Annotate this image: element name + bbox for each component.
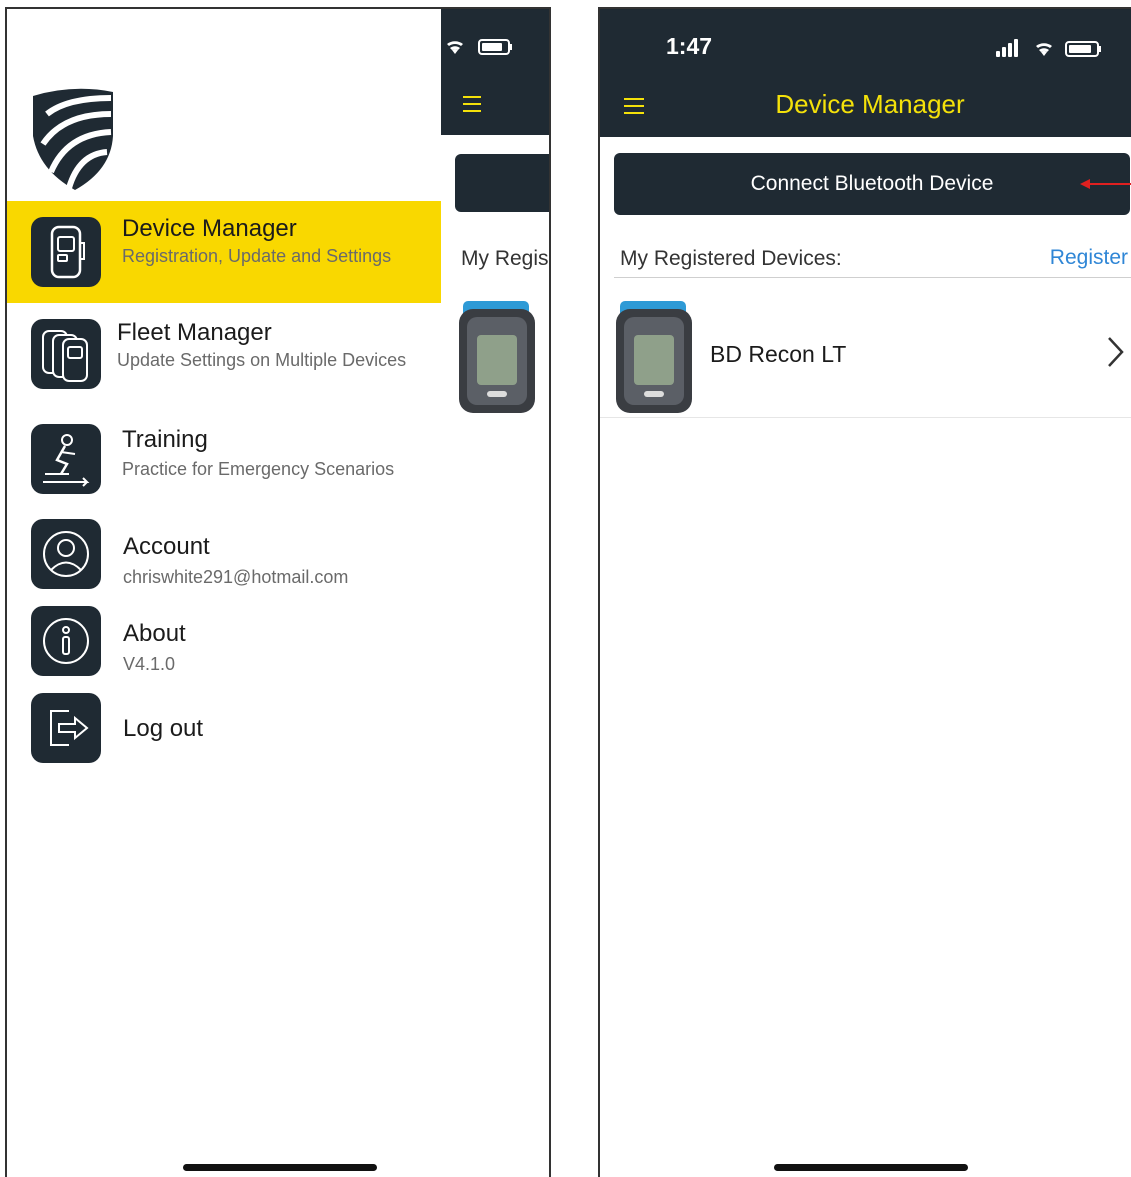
- status-icons: [996, 39, 1101, 57]
- menu-title: Device Manager: [122, 215, 297, 242]
- wifi-icon: [1036, 43, 1052, 56]
- underlying-connect-button[interactable]: [455, 154, 549, 212]
- divider: [614, 277, 1131, 278]
- underlying-section-label: My Regis: [461, 247, 549, 270]
- menu-title: Log out: [123, 715, 204, 742]
- menu-item-account[interactable]: Account chriswhite291@hotmail.com: [7, 517, 441, 601]
- device-icon: [31, 217, 101, 287]
- gas-detector-thumbnail-icon: [616, 301, 692, 413]
- info-icon: [31, 606, 101, 676]
- chevron-right-icon: [1108, 337, 1124, 367]
- menu-subtitle: Registration, Update and Settings: [122, 246, 392, 266]
- logout-icon: [31, 693, 101, 763]
- account-icon: [31, 519, 101, 589]
- underlying-header-bar: [441, 9, 549, 135]
- section-label: My Registered Devices:: [620, 247, 842, 270]
- divider: [600, 417, 1131, 418]
- shield-logo-icon: [33, 88, 113, 190]
- menu-subtitle: Practice for Emergency Scenarios: [122, 459, 395, 479]
- header-bar: 1:47 Device Manager: [600, 9, 1131, 137]
- underlying-screen: My Regis: [441, 9, 549, 1177]
- menu-title: About: [123, 620, 186, 647]
- battery-icon: [478, 39, 512, 55]
- navigation-drawer: Device Manager Registration, Update and …: [7, 9, 441, 1177]
- page-title: Device Manager: [775, 89, 965, 119]
- home-indicator[interactable]: [774, 1164, 968, 1171]
- menu-item-about[interactable]: About V4.1.0: [7, 603, 441, 687]
- connect-bluetooth-button[interactable]: Connect Bluetooth Device: [614, 153, 1130, 215]
- menu-title: Fleet Manager: [117, 319, 272, 346]
- register-link[interactable]: Register: [1050, 246, 1128, 270]
- menu-title: Training: [122, 426, 208, 453]
- fleet-devices-icon: [31, 319, 101, 389]
- menu-subtitle: V4.1.0: [123, 654, 176, 674]
- home-indicator[interactable]: [183, 1164, 377, 1171]
- gas-detector-thumbnail-icon: [459, 301, 535, 413]
- training-icon: [31, 424, 101, 494]
- status-time: 1:47: [666, 33, 713, 59]
- hamburger-menu-icon[interactable]: [463, 95, 481, 113]
- annotation-arrow-icon: [1080, 179, 1131, 189]
- right-phone-screen: 1:47 Device Manager Connect Bluetooth De…: [598, 7, 1131, 1177]
- menu-item-logout[interactable]: Log out: [7, 691, 441, 771]
- menu-title: Account: [123, 533, 210, 560]
- menu-subtitle: chriswhite291@hotmail.com: [123, 567, 349, 587]
- device-name: BD Recon LT: [710, 341, 847, 367]
- left-phone-screen: My Regis Device Manager Registration, Up…: [5, 7, 551, 1177]
- menu-item-device-manager[interactable]: Device Manager Registration, Update and …: [7, 201, 441, 303]
- menu-item-fleet-manager[interactable]: Fleet Manager Update Settings on Multipl…: [7, 311, 441, 411]
- signal-icon: [996, 39, 1018, 57]
- device-list-item[interactable]: BD Recon LT: [600, 289, 1131, 417]
- wifi-icon: [447, 41, 463, 54]
- battery-icon: [1065, 41, 1101, 57]
- menu-item-training[interactable]: Training Practice for Emergency Scenario…: [7, 414, 441, 514]
- status-icons: [447, 39, 512, 55]
- menu-subtitle: Update Settings on Multiple Devices: [117, 350, 407, 370]
